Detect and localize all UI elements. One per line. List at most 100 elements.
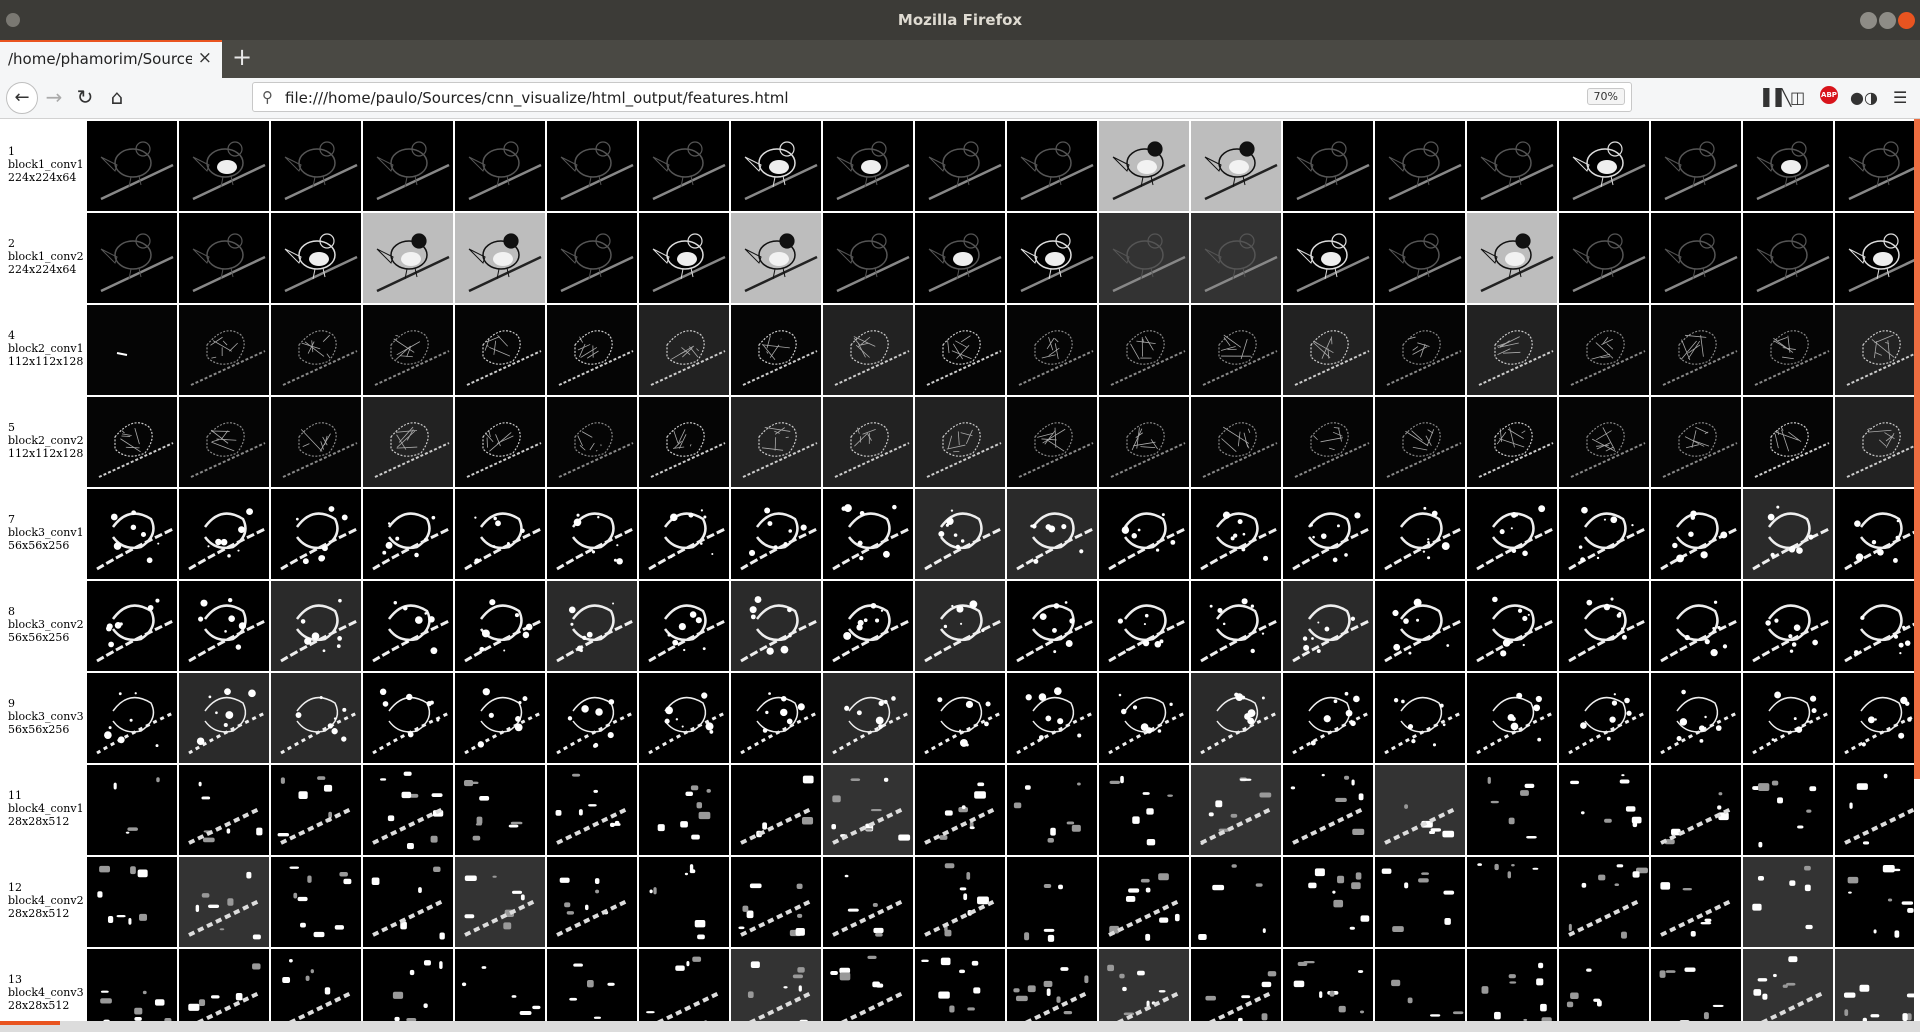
feature-map-image	[1467, 857, 1557, 947]
feature-map-image	[1099, 857, 1189, 947]
feature-map-image	[271, 765, 361, 855]
feature-map-image	[1283, 857, 1373, 947]
feature-map-image	[915, 673, 1005, 763]
feature-map-image	[87, 213, 177, 303]
feature-map-image	[1651, 857, 1741, 947]
feature-map-image	[1283, 305, 1373, 395]
feature-map-image	[87, 397, 177, 487]
zoom-level-button[interactable]: 70%	[1586, 88, 1625, 105]
feature-map-image	[455, 857, 545, 947]
feature-map-image	[87, 581, 177, 671]
feature-map-image	[1283, 581, 1373, 671]
feature-map-image	[1835, 121, 1914, 211]
library-icon[interactable]: ▐▐╲	[1757, 88, 1791, 107]
feature-map-image	[1559, 673, 1649, 763]
feature-map-image	[87, 121, 177, 211]
feature-map-image	[915, 765, 1005, 855]
minimize-button[interactable]	[1860, 12, 1877, 29]
layer-name: block3_conv2	[8, 618, 84, 631]
feature-map-image	[179, 489, 269, 579]
layer-shape: 56x56x256	[8, 539, 70, 552]
navigation-toolbar: ← → ↻ ⌂ ⚲ file:///home/paulo/Sources/cnn…	[0, 78, 1920, 119]
feature-map-image	[1283, 213, 1373, 303]
feature-map-image	[1835, 673, 1914, 763]
feature-map-image	[363, 489, 453, 579]
feature-map-image	[455, 673, 545, 763]
layer-label: 12 block4_conv2 28x28x512	[8, 881, 84, 920]
feature-map-image	[455, 397, 545, 487]
horizontal-scrollbar[interactable]	[0, 1021, 1920, 1032]
feature-map-image	[731, 673, 821, 763]
feature-map-image	[1375, 581, 1465, 671]
feature-map-image	[1467, 397, 1557, 487]
feature-map-image	[915, 213, 1005, 303]
extension-icon[interactable]: ●◑	[1850, 88, 1878, 107]
feature-map-image	[87, 489, 177, 579]
feature-map-image	[1835, 857, 1914, 947]
layer-name: block2_conv2	[8, 434, 84, 447]
tab-bar: /home/phamorim/Sources/ × +	[0, 40, 1920, 78]
tab-close-icon[interactable]: ×	[198, 48, 212, 68]
feature-map-image	[1467, 673, 1557, 763]
feature-map-image	[547, 765, 637, 855]
feature-map-image	[1375, 397, 1465, 487]
feature-map-image	[1007, 949, 1097, 1021]
maximize-button[interactable]	[1879, 12, 1896, 29]
feature-map-image	[823, 673, 913, 763]
page-scrollbar[interactable]	[1914, 119, 1920, 779]
feature-map-image	[271, 397, 361, 487]
forward-button[interactable]: →	[40, 83, 68, 111]
feature-map-image	[1007, 213, 1097, 303]
sidebar-icon[interactable]: ◫	[1790, 88, 1805, 107]
back-button[interactable]: ←	[6, 82, 38, 114]
feature-map-image	[1099, 673, 1189, 763]
feature-map-image	[1651, 305, 1741, 395]
layer-label: 5 block2_conv2 112x112x128	[8, 421, 84, 460]
home-button[interactable]: ⌂	[103, 83, 131, 111]
feature-map-image	[731, 121, 821, 211]
feature-map-image	[1467, 305, 1557, 395]
tab-features[interactable]: /home/phamorim/Sources/ ×	[0, 40, 222, 78]
feature-map-image	[1283, 397, 1373, 487]
feature-map-image	[1835, 765, 1914, 855]
feature-map-image	[87, 305, 177, 395]
menu-icon[interactable]: ☰	[1893, 88, 1907, 107]
feature-map-image	[363, 857, 453, 947]
feature-map-image	[1375, 305, 1465, 395]
layer-index: 7	[8, 513, 15, 526]
feature-map-image	[639, 121, 729, 211]
adblock-icon[interactable]: ABP	[1820, 86, 1838, 104]
feature-map-image	[731, 305, 821, 395]
layer-shape: 28x28x512	[8, 999, 70, 1012]
feature-map-image	[1191, 857, 1281, 947]
feature-map-image	[1835, 305, 1914, 395]
layer-index: 8	[8, 605, 15, 618]
layer-label: 1 block1_conv1 224x224x64	[8, 145, 84, 184]
feature-map-image	[271, 305, 361, 395]
feature-map-image	[363, 581, 453, 671]
feature-map-image	[87, 765, 177, 855]
close-window-button[interactable]	[1898, 12, 1915, 29]
url-bar[interactable]: ⚲ file:///home/paulo/Sources/cnn_visuali…	[252, 82, 1632, 112]
layer-index: 13	[8, 973, 22, 986]
feature-map-image	[1191, 213, 1281, 303]
layer-name: block1_conv1	[8, 158, 84, 171]
feature-map-image	[639, 397, 729, 487]
layer-label: 4 block2_conv1 112x112x128	[8, 329, 84, 368]
feature-map-image	[547, 121, 637, 211]
layer-index: 11	[8, 789, 22, 802]
reload-button[interactable]: ↻	[71, 83, 99, 111]
feature-map-image	[1191, 765, 1281, 855]
layer-shape: 112x112x128	[8, 447, 84, 460]
layer-index: 1	[8, 145, 15, 158]
url-text[interactable]: file:///home/paulo/Sources/cnn_visualize…	[285, 89, 789, 107]
feature-map-image	[363, 213, 453, 303]
feature-map-image	[731, 765, 821, 855]
feature-map-image	[823, 121, 913, 211]
feature-map-image	[455, 121, 545, 211]
layer-name: block3_conv3	[8, 710, 84, 723]
feature-map-image	[1191, 673, 1281, 763]
feature-map-image	[455, 489, 545, 579]
new-tab-button[interactable]: +	[232, 43, 252, 71]
feature-map-image	[639, 489, 729, 579]
